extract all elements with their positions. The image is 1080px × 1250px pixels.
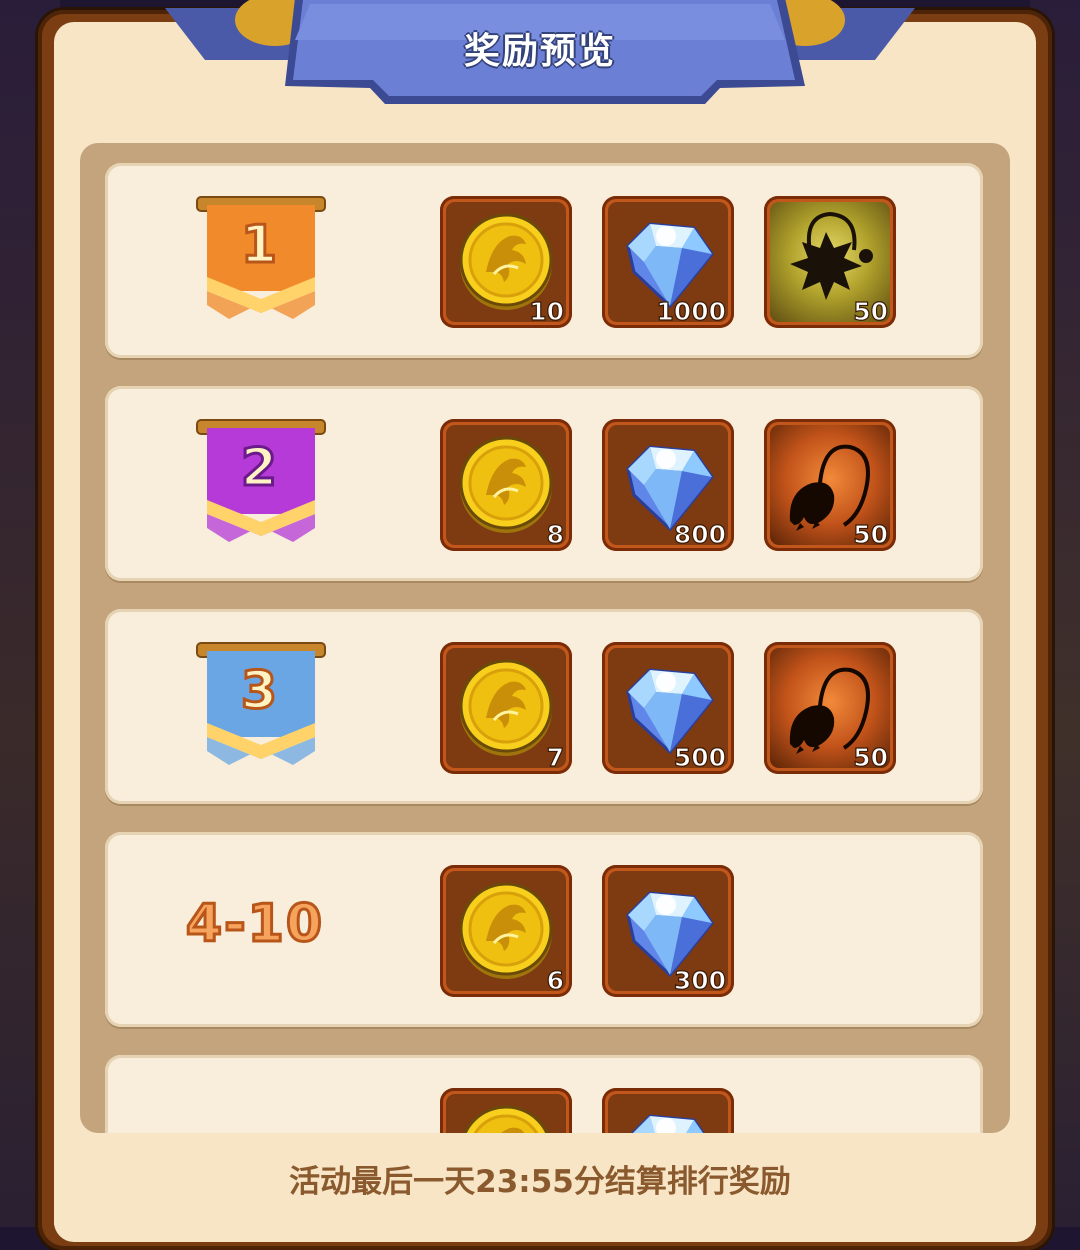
reward-qty: 50 [853, 296, 889, 326]
reward-qty: 7 [546, 742, 565, 772]
diamond-icon [608, 1094, 728, 1133]
reward-tier-row [105, 1055, 983, 1133]
rank-label: 4-10 [184, 893, 325, 956]
reward-qty: 1000 [656, 296, 727, 326]
reward-qty: 800 [673, 519, 726, 549]
reward-list[interactable]: 1 10 1000 50 2 8 800 50 3 7 500 50 4-10 … [80, 143, 1010, 1133]
reward-item[interactable] [602, 1088, 734, 1133]
reward-qty: 50 [853, 742, 889, 772]
reward-qty: 50 [853, 519, 889, 549]
reward-qty: 8 [546, 519, 565, 549]
reward-qty: 500 [673, 742, 726, 772]
reward-item[interactable]: 300 [602, 865, 734, 997]
reward-item[interactable]: 50 [764, 419, 896, 551]
reward-item[interactable]: 50 [764, 196, 896, 328]
reward-item[interactable]: 10 [440, 196, 572, 328]
reward-qty: 300 [673, 965, 726, 995]
page-title: 奖励预览 [463, 31, 616, 72]
reward-item[interactable]: 50 [764, 642, 896, 774]
reward-tier-row: 1 10 1000 50 [105, 163, 983, 358]
reward-tier-row: 4-10 6 300 [105, 832, 983, 1027]
settlement-note: 活动最后一天23:55分结算排行奖励 [289, 1164, 791, 1200]
reward-item[interactable]: 8 [440, 419, 572, 551]
rank-label: 1 [239, 214, 280, 277]
reward-item[interactable]: 500 [602, 642, 734, 774]
reward-item[interactable]: 800 [602, 419, 734, 551]
rank-label: 3 [239, 660, 280, 723]
rank-label [160, 1127, 350, 1133]
reward-qty: 10 [529, 296, 565, 326]
reward-tier-row: 2 8 800 50 [105, 386, 983, 581]
reward-tier-row: 3 7 500 50 [105, 609, 983, 804]
reward-item[interactable]: 1000 [602, 196, 734, 328]
rank-label: 2 [239, 437, 280, 500]
reward-item[interactable] [440, 1088, 572, 1133]
reward-qty: 6 [546, 965, 565, 995]
reward-item[interactable]: 6 [440, 865, 572, 997]
gold-coin-icon [446, 1094, 566, 1133]
reward-item[interactable]: 7 [440, 642, 572, 774]
